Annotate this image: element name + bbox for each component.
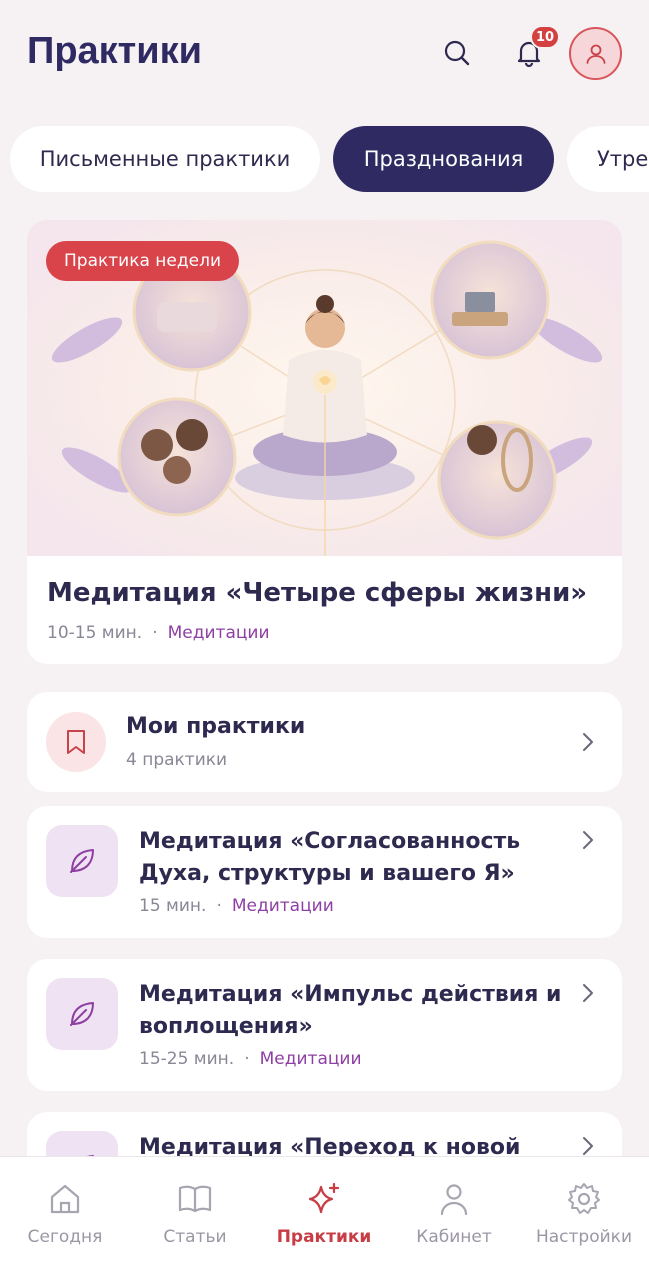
- practice-title-line1: Медитация «Согласованность: [139, 829, 521, 854]
- meta-separator: ·: [216, 896, 222, 916]
- practice-duration: 15 мин.: [139, 896, 207, 916]
- chevron-right-icon: [583, 733, 593, 751]
- nav-label: Настройки: [535, 1227, 632, 1247]
- practice-list-item[interactable]: Медитация «Импульс действия и воплощения…: [27, 959, 622, 1091]
- gear-icon: [568, 1183, 600, 1214]
- search-button[interactable]: [434, 30, 480, 76]
- nav-label: Кабинет: [416, 1227, 492, 1247]
- tab-written-practices[interactable]: Письменные практики: [10, 126, 320, 192]
- leaf-icon: [70, 1002, 94, 1026]
- user-icon: [586, 44, 605, 64]
- practice-title-line2: воплощения»: [139, 1014, 313, 1039]
- featured-category[interactable]: Медитации: [168, 623, 270, 643]
- leaf-icon-badge: [46, 978, 118, 1050]
- featured-practice-card[interactable]: Практика недели Медитация «Четыре сферы …: [27, 220, 622, 664]
- chevron-right-icon: [583, 984, 593, 1002]
- person-icon: [440, 1184, 468, 1216]
- nav-label: Практики: [276, 1227, 372, 1247]
- practice-list-item[interactable]: Медитация «Согласованность Духа, структу…: [27, 806, 622, 938]
- category-tabs: Письменные практики Празднования Утре: [0, 126, 649, 194]
- my-practices-count: 4 практики: [126, 750, 228, 770]
- page-title: Практики: [27, 30, 203, 72]
- practice-category[interactable]: Медитации: [260, 1049, 362, 1069]
- tab-celebrations[interactable]: Празднования: [333, 126, 554, 192]
- practice-of-week-badge: Практика недели: [46, 241, 240, 281]
- book-icon: [178, 1185, 212, 1213]
- my-practices-card[interactable]: Мои практики 4 практики: [27, 692, 622, 792]
- featured-duration: 10-15 мин.: [47, 623, 143, 643]
- nav-settings[interactable]: Настройки: [519, 1157, 649, 1281]
- practice-title-line1: Медитация «Импульс действия и: [139, 982, 562, 1007]
- bookmark-icon: [67, 730, 85, 754]
- leaf-icon-badge: [46, 825, 118, 897]
- practice-title-line2: Духа, структуры и вашего Я»: [139, 861, 515, 886]
- nav-cabinet[interactable]: Кабинет: [389, 1157, 519, 1281]
- meta-separator: ·: [152, 623, 158, 643]
- meta-separator: ·: [244, 1049, 250, 1069]
- tab-morning[interactable]: Утре: [567, 126, 649, 192]
- featured-title: Медитация «Четыре сферы жизни»: [47, 578, 588, 608]
- home-icon: [50, 1184, 80, 1214]
- nav-label: Статьи: [163, 1227, 227, 1247]
- nav-label: Сегодня: [27, 1227, 103, 1247]
- bookmark-icon-badge: [46, 712, 106, 772]
- my-practices-title: Мои практики: [126, 714, 306, 739]
- profile-avatar-button[interactable]: [569, 27, 622, 80]
- chevron-right-icon: [583, 1137, 593, 1155]
- practice-duration: 15-25 мин.: [139, 1049, 235, 1069]
- notification-badge: 10: [530, 25, 560, 49]
- nav-practices[interactable]: Практики: [259, 1157, 389, 1281]
- featured-meta: 10-15 мин. · Медитации: [47, 623, 270, 643]
- practice-category[interactable]: Медитации: [232, 896, 334, 916]
- practice-meta: 15 мин. · Медитации: [139, 896, 334, 916]
- bottom-navigation: Сегодня Статьи Практики Кабинет Настройк…: [0, 1156, 649, 1281]
- nav-articles[interactable]: Статьи: [130, 1157, 260, 1281]
- search-icon: [444, 40, 470, 66]
- chevron-right-icon: [583, 831, 593, 849]
- sparkle-icon: [308, 1182, 340, 1214]
- leaf-icon: [70, 849, 94, 873]
- practice-meta: 15-25 мин. · Медитации: [139, 1049, 362, 1069]
- nav-today[interactable]: Сегодня: [0, 1157, 130, 1281]
- app-header: Практики 10: [0, 0, 649, 110]
